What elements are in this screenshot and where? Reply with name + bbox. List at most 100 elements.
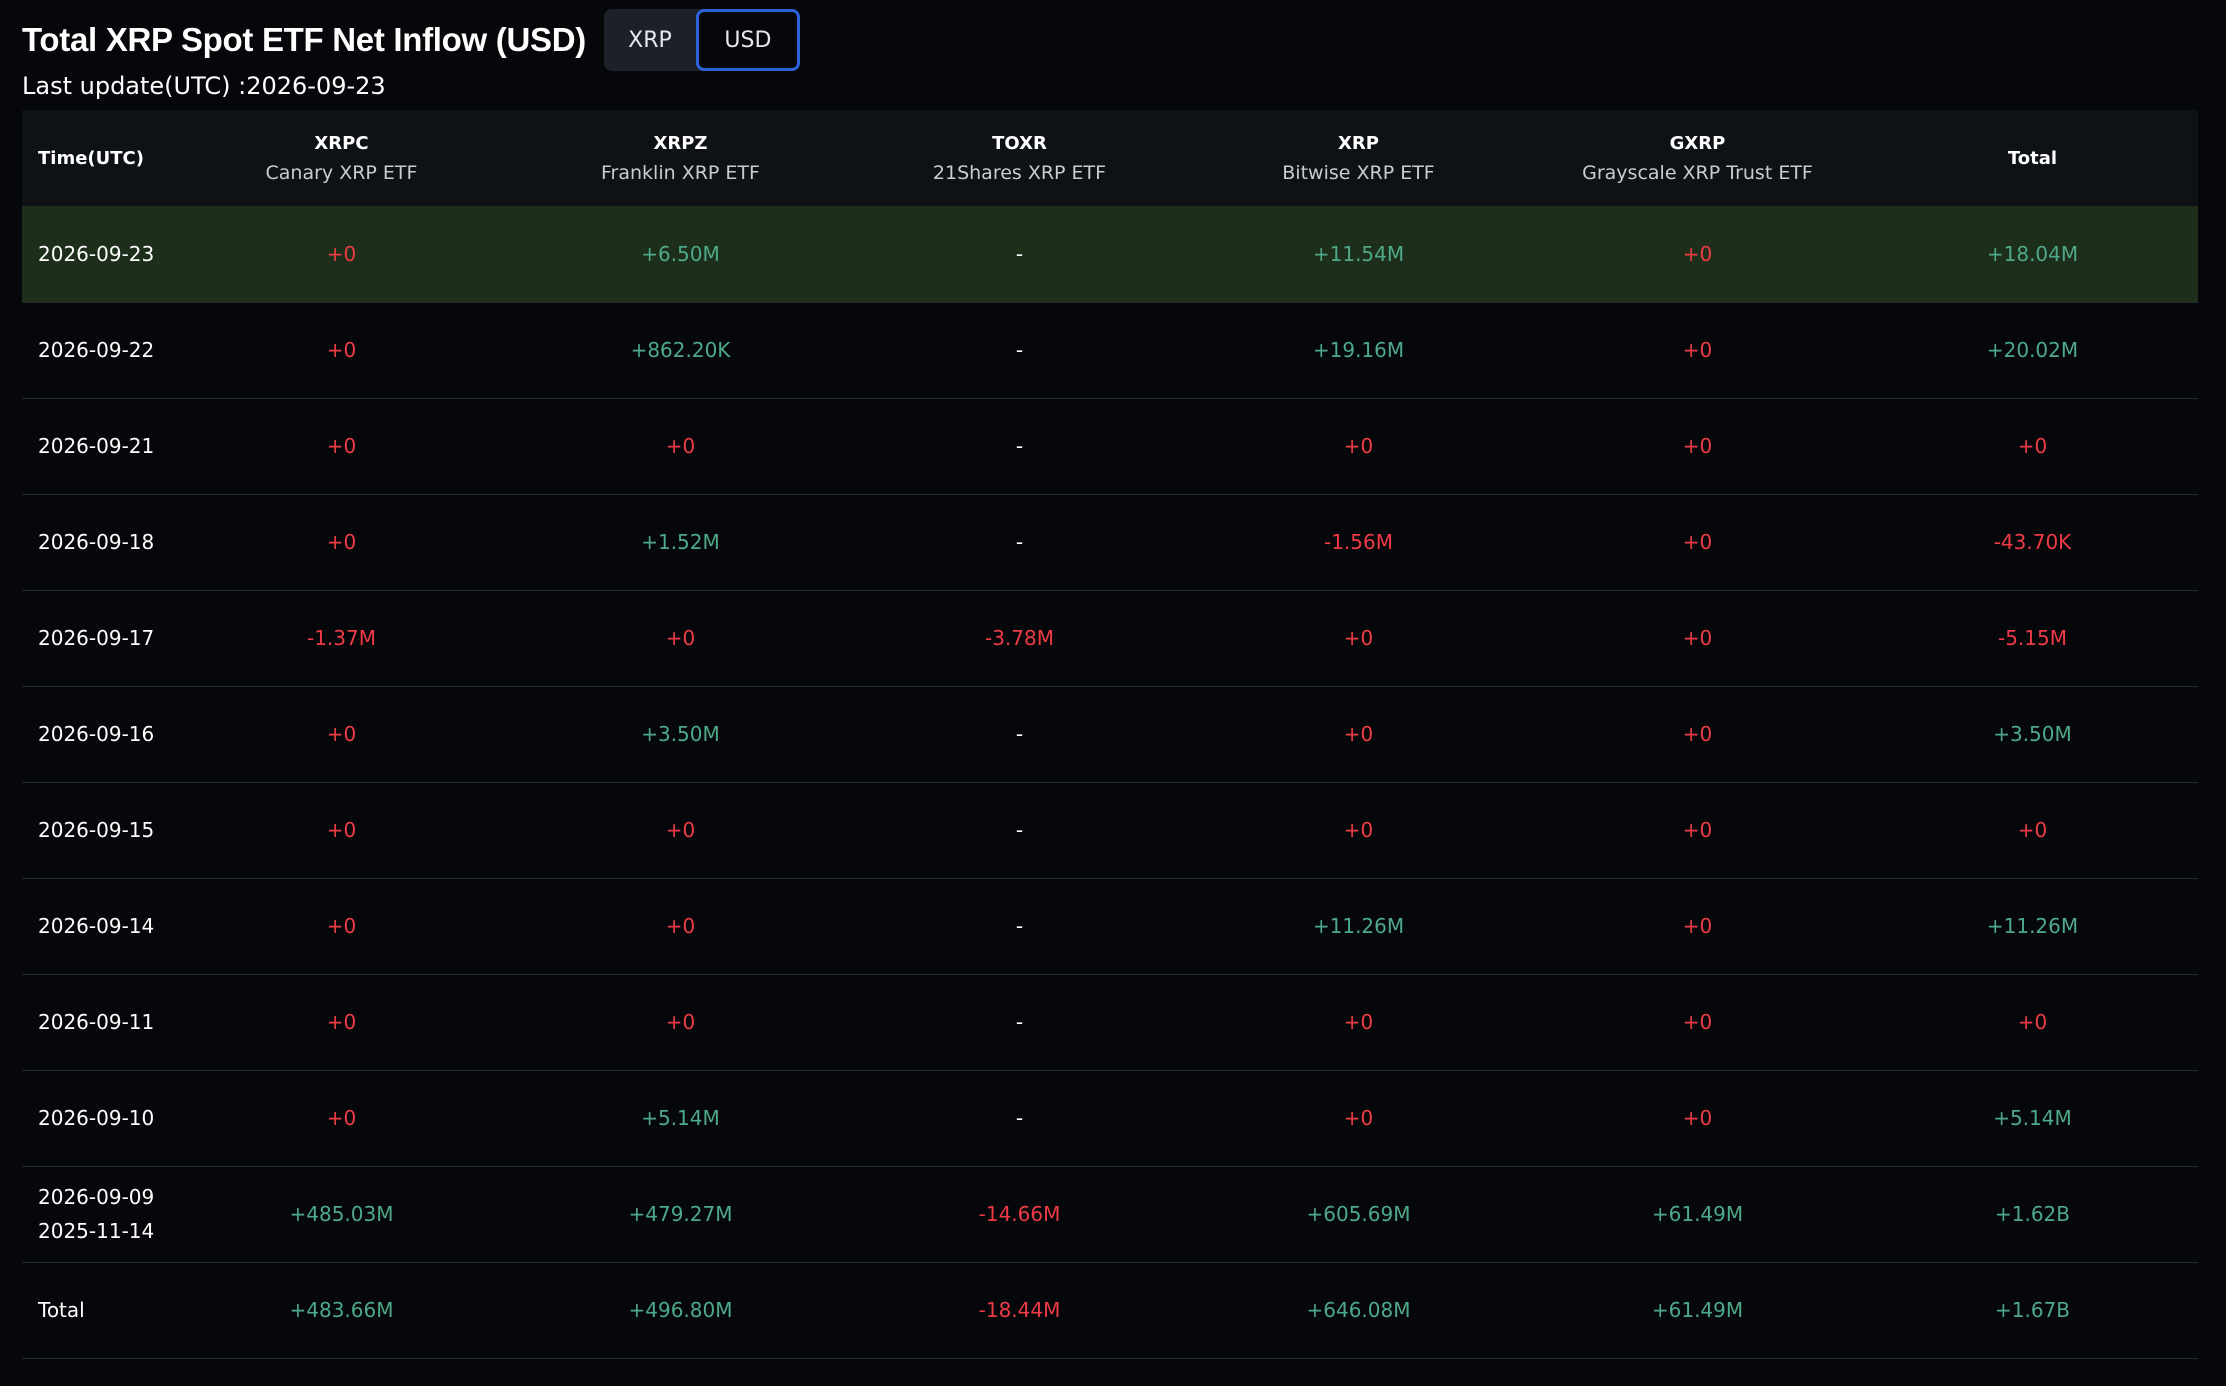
row-date: 2026-09-15 bbox=[22, 782, 172, 878]
flow-cell-xrpz: +496.80M bbox=[628, 1298, 733, 1322]
flow-cell-total: -5.15M bbox=[1997, 626, 2067, 650]
flow-cell-toxr: - bbox=[1015, 530, 1024, 554]
column-fund-name: Canary XRP ETF bbox=[265, 161, 418, 184]
column-ticker: XRP bbox=[1338, 132, 1379, 154]
flow-cell-xrpz: +1.52M bbox=[641, 530, 720, 554]
row-date-text: 2026-09-21 bbox=[38, 434, 155, 458]
row-date-text: 2026-09-15 bbox=[38, 818, 155, 842]
flow-cell-total: +18.04M bbox=[1986, 241, 2079, 266]
flow-cell-gxrp: +0 bbox=[1682, 626, 1713, 650]
table-row: 2026-09-21 +0 +0 - +0 +0 +0 bbox=[22, 398, 2198, 494]
flow-cell-toxr: - bbox=[1015, 914, 1024, 938]
flow-cell-xrpz: +0 bbox=[665, 914, 696, 938]
flow-cell-xrpc: +0 bbox=[326, 1010, 357, 1034]
row-date-text: 2026-09-18 bbox=[38, 530, 155, 554]
table-row: 2026-09-11 +0 +0 - +0 +0 +0 bbox=[22, 974, 2198, 1070]
column-header-xrpc: XRPC Canary XRP ETF bbox=[172, 110, 511, 206]
table-row: 2026-09-14 +0 +0 - +11.26M +0 +11.26M bbox=[22, 878, 2198, 974]
flow-cell-xrpc: +0 bbox=[326, 530, 357, 554]
flow-cell-total: +20.02M bbox=[1986, 338, 2079, 362]
unit-usd-button[interactable]: USD bbox=[695, 9, 800, 71]
row-date: 2026-09-17 bbox=[22, 590, 172, 686]
flow-cell-xrp: +605.69M bbox=[1306, 1202, 1411, 1226]
flow-cell-xrp: +0 bbox=[1343, 626, 1374, 650]
table-body: 2026-09-23 +0 +6.50M - +11.54M +0 +18.04M 2026-… bbox=[22, 206, 2198, 1358]
table-row: 2026-09-22 +0 +862.20K - +19.16M +0 +20.02M bbox=[22, 302, 2198, 398]
flow-cell-xrpz: +0 bbox=[665, 818, 696, 842]
row-date-text: 2026-09-11 bbox=[38, 1010, 155, 1034]
flow-cell-toxr: - bbox=[1015, 1106, 1024, 1130]
flow-cell-xrpc: +485.03M bbox=[289, 1202, 394, 1226]
flow-cell-toxr: - bbox=[1015, 1010, 1024, 1034]
flow-cell-xrp: +19.16M bbox=[1312, 338, 1405, 362]
flow-cell-xrp: +0 bbox=[1343, 818, 1374, 842]
flow-cell-xrpc: +0 bbox=[326, 241, 357, 266]
column-ticker: TOXR bbox=[992, 132, 1047, 154]
flow-cell-gxrp: +0 bbox=[1682, 722, 1713, 746]
row-date-text: 2026-09-23 bbox=[38, 241, 155, 266]
table-row: 2026-09-15 +0 +0 - +0 +0 +0 bbox=[22, 782, 2198, 878]
row-date-range-end: 2025-11-14 bbox=[38, 1219, 155, 1243]
row-date-text: 2026-09-09 bbox=[38, 1185, 155, 1209]
flow-cell-xrp: +0 bbox=[1343, 434, 1374, 458]
flow-cell-total: +1.62B bbox=[1994, 1202, 2070, 1226]
column-header-xrpz: XRPZ Franklin XRP ETF bbox=[511, 110, 850, 206]
unit-xrp-button[interactable]: XRP bbox=[604, 9, 696, 71]
flow-cell-toxr: - bbox=[1015, 338, 1024, 362]
column-header-gxrp: GXRP Grayscale XRP Trust ETF bbox=[1528, 110, 1867, 206]
flow-cell-gxrp: +0 bbox=[1682, 241, 1713, 266]
row-date: 2026-09-09 2025-11-14 bbox=[22, 1166, 172, 1262]
row-date: 2026-09-18 bbox=[22, 494, 172, 590]
last-update-text: Last update(UTC) :2026-09-23 bbox=[22, 72, 386, 100]
flow-cell-total: +1.67B bbox=[1994, 1298, 2070, 1322]
flow-cell-xrp: +0 bbox=[1343, 1106, 1374, 1130]
flow-cell-toxr: - bbox=[1015, 434, 1024, 458]
row-date-text: 2026-09-10 bbox=[38, 1106, 155, 1130]
row-date: 2026-09-16 bbox=[22, 686, 172, 782]
flow-cell-xrpc: +0 bbox=[326, 338, 357, 362]
row-date-text: 2026-09-17 bbox=[38, 626, 155, 650]
flow-cell-xrp: +11.26M bbox=[1312, 914, 1405, 938]
flow-cell-total: +5.14M bbox=[1993, 1106, 2072, 1130]
column-fund-name: Franklin XRP ETF bbox=[601, 161, 760, 184]
flow-cell-xrpc: +0 bbox=[326, 818, 357, 842]
flow-cell-gxrp: +0 bbox=[1682, 1106, 1713, 1130]
flow-cell-xrpz: +5.14M bbox=[641, 1106, 720, 1130]
flow-cell-total: +11.26M bbox=[1986, 914, 2079, 938]
flow-cell-xrpz: +862.20K bbox=[630, 338, 731, 362]
row-date: 2026-09-21 bbox=[22, 398, 172, 494]
flow-cell-xrp: +0 bbox=[1343, 722, 1374, 746]
flow-cell-gxrp: +0 bbox=[1682, 818, 1713, 842]
flow-cell-toxr: -18.44M bbox=[978, 1298, 1061, 1322]
column-fund-name: Bitwise XRP ETF bbox=[1282, 161, 1435, 184]
column-header-xrp: XRP Bitwise XRP ETF bbox=[1189, 110, 1528, 206]
flow-cell-xrpz: +6.50M bbox=[641, 241, 720, 266]
flow-cell-total: +0 bbox=[2017, 434, 2048, 458]
flow-cell-total: +0 bbox=[2017, 1010, 2048, 1034]
page-header: Total XRP Spot ETF Net Inflow (USD) XRP … bbox=[22, 8, 800, 72]
flow-cell-xrpc: -1.37M bbox=[306, 626, 376, 650]
table-row: 2026-09-16 +0 +3.50M - +0 +0 +3.50M bbox=[22, 686, 2198, 782]
flow-cell-toxr: -14.66M bbox=[978, 1202, 1061, 1226]
column-ticker: GXRP bbox=[1669, 132, 1726, 154]
column-ticker: XRPC bbox=[314, 132, 369, 154]
table-row: 2026-09-09 2025-11-14 +485.03M +479.27M -14.… bbox=[22, 1166, 2198, 1262]
row-date-text: Total bbox=[38, 1298, 85, 1322]
flow-cell-xrp: +646.08M bbox=[1306, 1298, 1411, 1322]
flow-cell-xrp: +0 bbox=[1343, 1010, 1374, 1034]
row-date-text: 2026-09-16 bbox=[38, 722, 155, 746]
unit-toggle: XRP USD bbox=[603, 9, 800, 71]
flow-cell-total: -43.70K bbox=[1993, 530, 2072, 554]
row-date-text: 2026-09-14 bbox=[38, 914, 155, 938]
row-date: 2026-09-11 bbox=[22, 974, 172, 1070]
table-row: 2026-09-17 -1.37M +0 -3.78M +0 +0 -5.15M bbox=[22, 590, 2198, 686]
table-row: 2026-09-10 +0 +5.14M - +0 +0 +5.14M bbox=[22, 1070, 2198, 1166]
row-date: 2026-09-14 bbox=[22, 878, 172, 974]
flow-cell-gxrp: +0 bbox=[1682, 914, 1713, 938]
flow-cell-xrpc: +0 bbox=[326, 434, 357, 458]
table-header-row: Time(UTC) XRPC Canary XRP ETF XRPZ Frank… bbox=[22, 110, 2198, 206]
page-title: Total XRP Spot ETF Net Inflow (USD) bbox=[22, 21, 586, 58]
flow-cell-gxrp: +0 bbox=[1682, 434, 1713, 458]
flow-cell-toxr: - bbox=[1015, 818, 1024, 842]
flow-cell-total: +0 bbox=[2017, 818, 2048, 842]
